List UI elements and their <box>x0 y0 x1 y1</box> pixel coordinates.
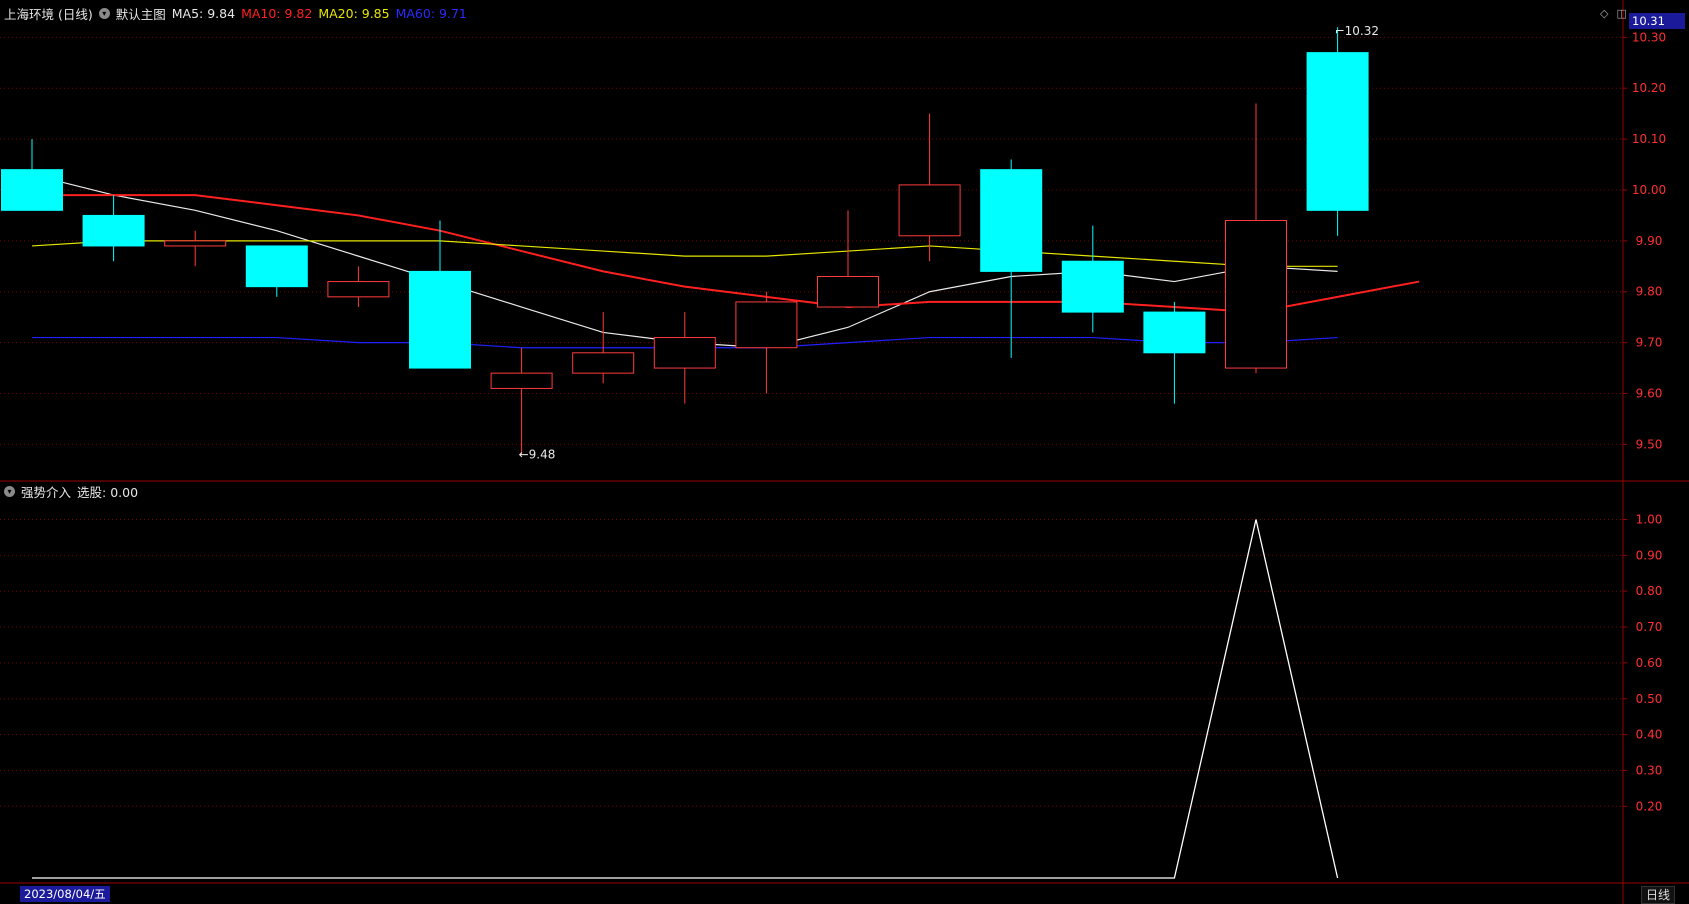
candle-body <box>572 352 635 374</box>
diamond-icon[interactable]: ◇ <box>1600 7 1608 20</box>
y-tick-label: 0.40 <box>1636 728 1663 742</box>
y-tick-label: 0.30 <box>1636 763 1663 777</box>
chevron-down-icon[interactable]: ▾ <box>4 485 15 497</box>
y-tick-label: 0.80 <box>1636 584 1663 598</box>
panel-toggle-icon[interactable]: ◫ <box>1616 7 1626 20</box>
ma10-label: MA10: 9.82 <box>241 5 313 21</box>
y-tick-label: 10.00 <box>1632 183 1666 197</box>
period-button[interactable]: 日线 <box>1641 886 1676 904</box>
y-tick-label: 0.20 <box>1636 799 1663 813</box>
y-tick-label: 0.70 <box>1636 620 1663 634</box>
y-tick-label: 9.80 <box>1636 285 1663 299</box>
y-tick-label: 9.90 <box>1636 234 1663 248</box>
candle-body <box>245 245 308 288</box>
ma20-label: MA20: 9.85 <box>318 5 390 21</box>
candle-body <box>817 275 879 308</box>
candle-body <box>409 270 471 369</box>
indicator-name[interactable]: 强势介入 <box>21 482 71 501</box>
current-price-badge: 10.31 <box>1629 13 1685 29</box>
y-tick-label: 9.60 <box>1636 387 1663 401</box>
ma-line-ma10 <box>32 194 1420 314</box>
ma60-label: MA60: 9.71 <box>395 5 467 21</box>
y-tick-label: 10.10 <box>1632 132 1666 146</box>
candle-body <box>1225 220 1287 369</box>
candle-body <box>1143 311 1206 354</box>
candle-body <box>898 184 961 237</box>
y-tick-label: 10.30 <box>1632 30 1666 44</box>
indicator-header: ▾ 强势介入 选股: 0.00 <box>4 482 138 500</box>
y-tick-label: 9.70 <box>1636 336 1663 350</box>
main-chart-header: 上海环境 (日线) ▾ 默认主图 MA5: 9.84 MA10: 9.82 MA… <box>4 4 467 22</box>
candle-body <box>1306 52 1369 211</box>
indicator-value: 选股: 0.00 <box>77 484 139 500</box>
y-tick-label: 0.60 <box>1636 656 1663 670</box>
ma5-label: MA5: 9.84 <box>171 5 236 21</box>
candle-body <box>164 240 227 247</box>
cursor-date-label: 2023/08/04/五 <box>20 886 110 902</box>
chevron-down-icon[interactable]: ▾ <box>98 7 110 19</box>
extreme-price-label: ←9.48 <box>519 448 556 462</box>
y-tick-label: 0.90 <box>1636 548 1663 562</box>
candle-body <box>980 169 1043 272</box>
candle-body <box>490 372 553 389</box>
y-tick-label: 9.50 <box>1636 437 1663 451</box>
stock-name[interactable]: 上海环境 (日线) <box>4 4 93 23</box>
y-tick-label: 0.50 <box>1636 692 1663 706</box>
candle-body <box>327 281 390 298</box>
ma-line-ma20 <box>31 240 1338 267</box>
candle-body <box>735 301 798 349</box>
candle-body <box>82 214 145 247</box>
top-right-toolbar: ◇ ◫ <box>1600 7 1627 20</box>
y-tick-label: 1.00 <box>1636 513 1663 527</box>
extreme-price-label: ⌐10.32 <box>1335 24 1379 38</box>
stock-chart[interactable]: 9.50 9.60 9.70 9.80 9.90 10.00 10.10 10.20 10.30… <box>0 0 1689 904</box>
chart-mode[interactable]: 默认主图 <box>116 4 166 23</box>
y-tick-label: 10.20 <box>1632 81 1666 95</box>
candle-body <box>1061 260 1124 313</box>
candle-body <box>653 337 716 369</box>
candle-body <box>1 169 63 211</box>
